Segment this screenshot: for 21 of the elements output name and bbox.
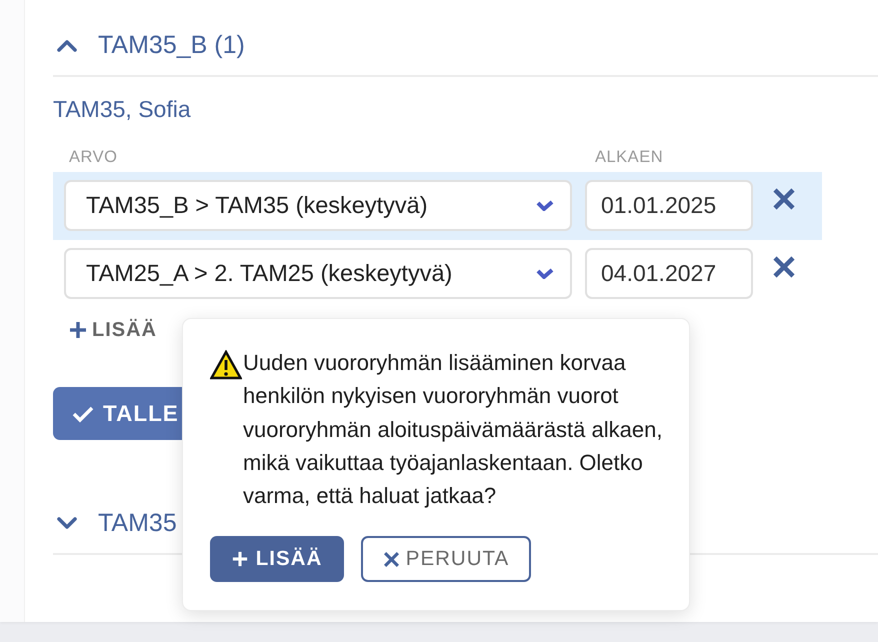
date-field[interactable]: 01.01.2025 [585, 180, 753, 231]
column-header: ALKAEN [595, 147, 664, 167]
plus-icon [69, 321, 87, 339]
column-header: ARVO [69, 147, 118, 167]
close-icon [382, 550, 400, 568]
person-name: TAM35, Sofia [53, 96, 191, 122]
date-field[interactable]: 04.01.2027 [585, 248, 753, 299]
value-select[interactable]: TAM25_A > 2. TAM25 (keskeytyvä) [64, 248, 572, 299]
value-select[interactable]: TAM35_B > TAM35 (keskeytyvä) [64, 180, 572, 231]
cancel-button[interactable]: PERUUTA [361, 536, 531, 582]
chevron-down-icon [536, 268, 554, 279]
plus-icon [232, 551, 248, 568]
warning-message: Uuden vuororyhmän lisääminen korvaa henkilön nykyisen vuororyhmän vuorot vuororyhmän aloituspäivämäärästä alkaen, mikä vaikuttaa työajanlaskentaan. Oletko varma, että haluat jatkaa? [243, 349, 664, 510]
warning-icon [210, 350, 242, 380]
close-icon[interactable] [772, 187, 796, 211]
chevron-down-icon [536, 200, 554, 211]
confirm-button[interactable]: LISÄÄ [210, 536, 344, 582]
close-icon[interactable] [772, 255, 796, 279]
section-toggle[interactable]: TAM35_B (1) [53, 16, 878, 77]
check-icon [72, 404, 94, 422]
add-button[interactable]: LISÄÄ [69, 318, 157, 342]
